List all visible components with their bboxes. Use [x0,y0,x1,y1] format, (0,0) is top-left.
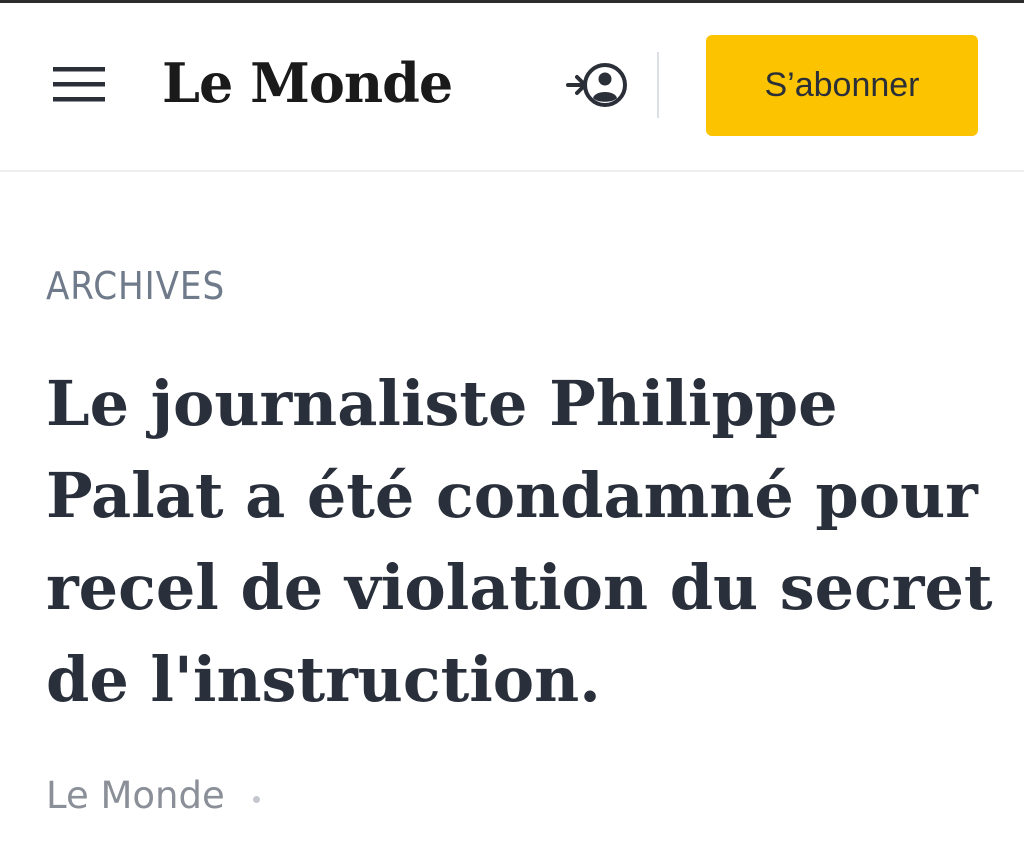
header-separator [657,52,659,118]
header-divider [0,170,1024,172]
byline-separator-dot [253,796,260,803]
subscribe-button[interactable]: S’abonner [706,35,978,136]
article-byline: Le Monde [46,774,225,817]
section-kicker[interactable]: ARCHIVES [46,264,225,308]
article-headline: Le journaliste Philippe Palat a été cond… [46,367,993,716]
login-account-icon[interactable] [562,56,632,116]
hamburger-menu-icon[interactable] [48,58,110,110]
site-logo[interactable]: Le Monde [162,48,453,118]
